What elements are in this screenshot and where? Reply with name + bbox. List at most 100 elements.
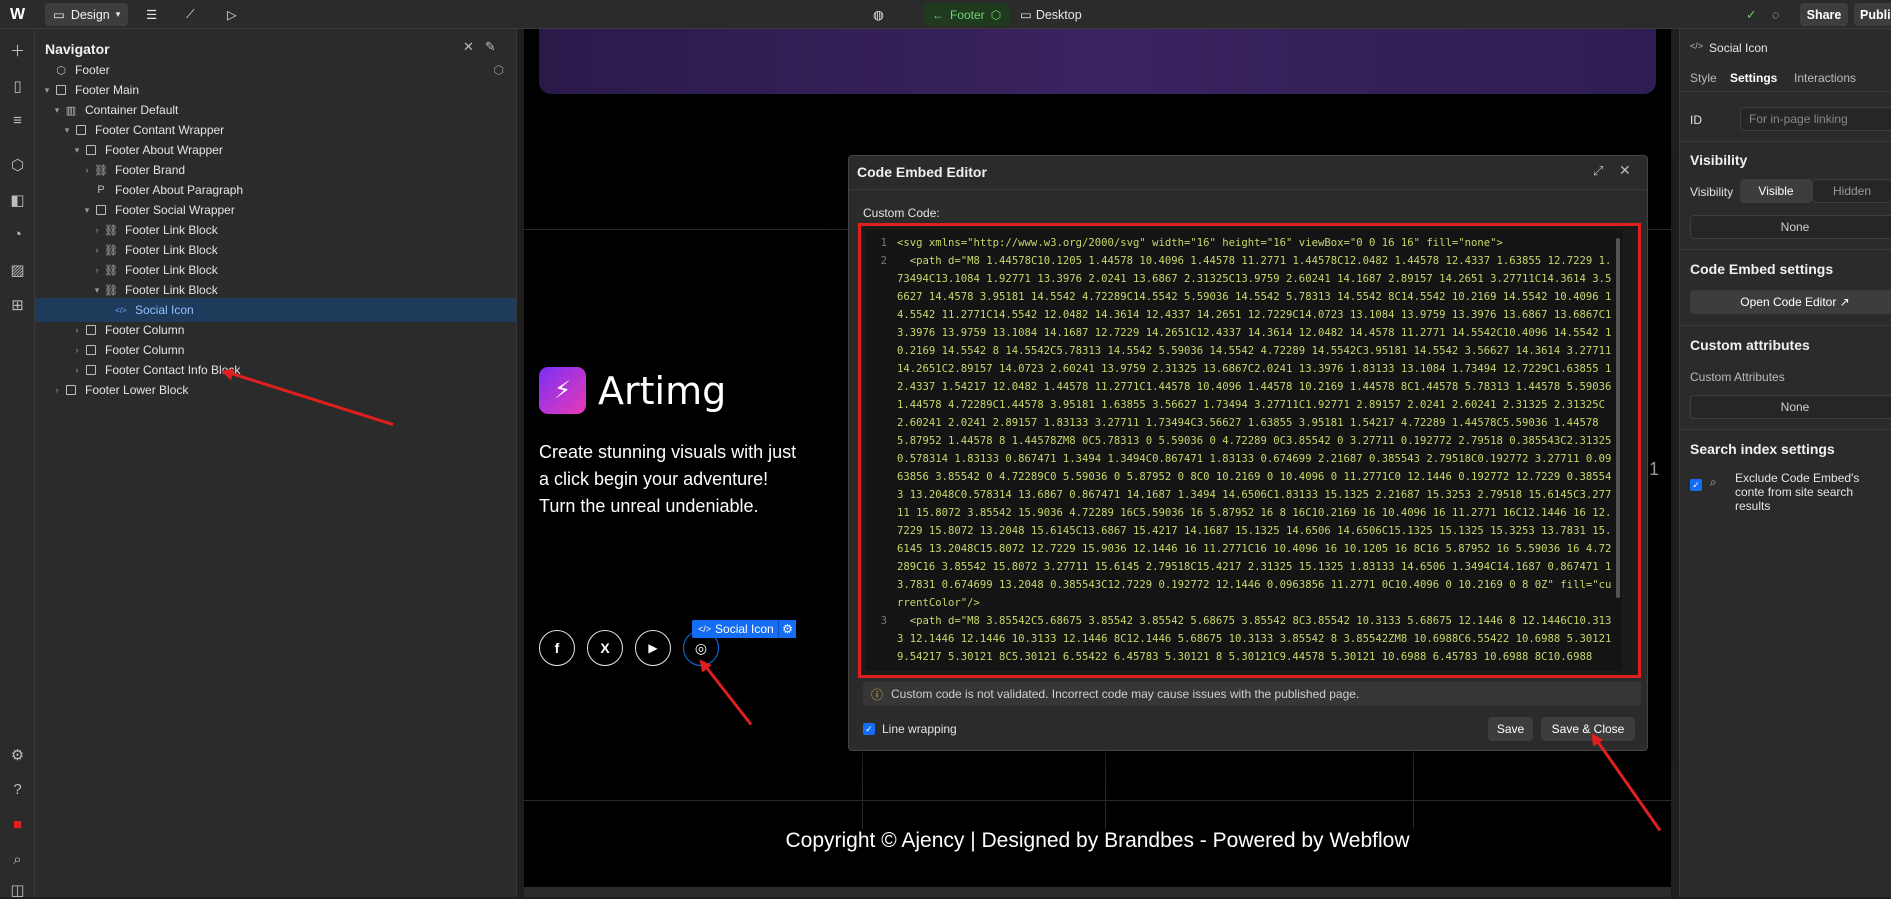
x-icon[interactable]: X — [587, 630, 623, 666]
footer-about-paragraph: Create stunning visuals with just a clic… — [539, 442, 797, 516]
code-editor-highlight: 1 <svg xmlns="http://www.w3.org/2000/svg… — [858, 223, 1641, 678]
exclude-search-checkbox[interactable]: ✓ — [1690, 479, 1702, 491]
expand-icon[interactable]: ⤢ — [1593, 163, 1603, 179]
navigator-item-label: Footer Column — [105, 343, 185, 357]
edge-number: 1 — [1649, 459, 1660, 479]
visibility-condition-select[interactable]: None — [1690, 215, 1891, 239]
chevron-icon[interactable]: › — [81, 165, 93, 175]
close-icon[interactable]: ✕ — [1619, 162, 1631, 179]
settings-icon[interactable]: ⚙ — [8, 745, 27, 764]
top-bar: W ▭ Design ▾ ☰ ⟋ ▷ ◍ ← Footer ⬡ ▭ Deskto… — [0, 0, 1891, 29]
breakpoint-selector[interactable]: ▭ Desktop — [1020, 0, 1082, 29]
code-scrollbar[interactable] — [1616, 238, 1620, 598]
assets-icon[interactable]: ▨ — [8, 260, 27, 279]
preview-play-icon[interactable]: ▷ — [227, 0, 237, 29]
comments-icon[interactable]: ◌ — [1772, 0, 1779, 29]
box-icon — [73, 123, 89, 137]
publish-button[interactable]: Publi — [1854, 3, 1891, 26]
navigator-item-label: Footer Link Block — [125, 223, 218, 237]
styles-icon[interactable]: ◔ — [8, 225, 27, 244]
desktop-icon: ▭ — [1020, 8, 1032, 22]
youtube-icon[interactable]: ▶ — [635, 630, 671, 666]
component-icon: ⬡ — [56, 64, 66, 77]
record-icon[interactable]: ■ — [8, 815, 27, 834]
validation-warning: ⓘ Custom code is not validated. Incorrec… — [863, 682, 1641, 706]
save-button[interactable]: Save — [1488, 717, 1533, 741]
breakpoint-label: Desktop — [1035, 7, 1082, 22]
embed-icon: </> — [115, 305, 127, 315]
cms-icon[interactable]: ◧ — [8, 190, 27, 209]
code-embed-editor-modal: Code Embed Editor ⤢ ✕ Custom Code: 1 <sv… — [848, 155, 1648, 751]
tab-style[interactable]: Style — [1690, 71, 1717, 85]
id-input[interactable]: For in-page linking — [1740, 107, 1891, 131]
lower-divider — [524, 800, 1671, 801]
chevron-icon[interactable]: ▾ — [61, 125, 73, 136]
chevron-down-icon: ▾ — [115, 9, 121, 19]
code-line-3[interactable]: <path d="M8 3.85542C5.68675 3.85542 3.85… — [897, 612, 1615, 666]
help-icon[interactable]: ? — [8, 780, 27, 799]
share-button[interactable]: Share — [1800, 3, 1848, 26]
chevron-icon[interactable]: › — [91, 265, 103, 275]
collapse-icon[interactable]: ✕ — [463, 39, 474, 55]
code-editor[interactable]: 1 <svg xmlns="http://www.w3.org/2000/svg… — [865, 230, 1622, 671]
analytics-icon[interactable]: ⟋ — [186, 0, 195, 29]
design-mode-label: Design — [70, 7, 110, 22]
chevron-icon[interactable]: › — [51, 385, 63, 395]
navigator-icon[interactable]: ≡ — [8, 111, 27, 130]
chevron-icon[interactable]: › — [91, 225, 103, 235]
exclude-search-label: Exclude Code Embed's conte from site sea… — [1735, 471, 1860, 513]
tab-interactions[interactable]: Interactions — [1794, 71, 1856, 85]
chevron-icon[interactable]: ▾ — [41, 85, 53, 96]
facebook-icon[interactable]: f — [539, 630, 575, 666]
components-icon[interactable]: ⬡ — [8, 155, 27, 174]
footer-brand[interactable]: ⚡ Artimg — [539, 367, 726, 414]
checkbox-checked-icon[interactable]: ✓ — [863, 723, 875, 735]
chevron-icon[interactable]: ▾ — [81, 205, 93, 216]
database-icon[interactable]: ☰ — [146, 0, 157, 29]
divider — [1680, 91, 1891, 92]
divider — [1680, 429, 1891, 430]
box-icon — [53, 83, 69, 97]
line-number: 1 — [880, 237, 887, 249]
box-icon — [83, 343, 99, 357]
navigator-item-label: Footer Contant Wrapper — [95, 123, 225, 137]
globe-icon[interactable]: ◍ — [873, 0, 884, 29]
design-mode-button[interactable]: ▭ Design ▾ — [45, 3, 128, 26]
footer-component-chip[interactable]: ← Footer ⬡ — [924, 3, 1010, 26]
add-icon[interactable]: ＋ — [8, 41, 27, 60]
id-label: ID — [1690, 113, 1702, 127]
chevron-icon[interactable]: › — [71, 365, 83, 375]
tab-settings[interactable]: Settings — [1730, 71, 1777, 85]
line-wrapping-toggle[interactable]: ✓ Line wrapping — [863, 722, 957, 736]
modal-divider — [849, 189, 1647, 190]
chevron-icon[interactable]: › — [71, 325, 83, 335]
chevron-icon[interactable]: ▾ — [91, 285, 103, 296]
chevron-icon[interactable]: ▾ — [71, 145, 83, 156]
webflow-logo-icon[interactable]: W — [10, 0, 25, 29]
open-code-editor-button[interactable]: Open Code Editor ↗ — [1690, 290, 1891, 314]
navigator-item-label: Footer Link Block — [125, 243, 218, 257]
navigator-item-label: Footer — [75, 63, 110, 77]
element-settings-icon[interactable]: ⚙ — [778, 620, 796, 638]
chevron-icon[interactable]: › — [71, 345, 83, 355]
pages-icon[interactable]: ▯ — [8, 76, 27, 95]
apps-icon[interactable]: ⊞ — [8, 295, 27, 314]
visible-option[interactable]: Visible — [1740, 179, 1812, 203]
brand-name: Artimg — [598, 368, 727, 413]
box-icon — [93, 203, 109, 217]
chevron-icon[interactable]: › — [91, 245, 103, 255]
custom-attributes-field[interactable]: None — [1690, 395, 1891, 419]
navigator-item-label: Footer Link Block — [125, 263, 218, 277]
hidden-option[interactable]: Hidden — [1812, 179, 1891, 203]
line-number: 3 — [880, 615, 887, 627]
code-line-2[interactable]: <path d="M8 1.44578C10.1205 1.44578 10.4… — [897, 252, 1615, 612]
embed-icon: </> — [698, 624, 712, 634]
video-icon[interactable]: ◫ — [8, 880, 27, 899]
code-line-1[interactable]: <svg xmlns="http://www.w3.org/2000/svg" … — [897, 234, 1615, 252]
component-icon: ⬡ — [493, 63, 504, 77]
pin-icon[interactable]: ✎ — [485, 39, 496, 55]
visibility-label: Visibility — [1690, 185, 1734, 199]
chevron-icon[interactable]: ▾ — [51, 105, 63, 116]
search-icon[interactable]: ⌕ — [8, 850, 27, 869]
navigator-item[interactable]: › Footer Lower Block — [35, 378, 516, 402]
